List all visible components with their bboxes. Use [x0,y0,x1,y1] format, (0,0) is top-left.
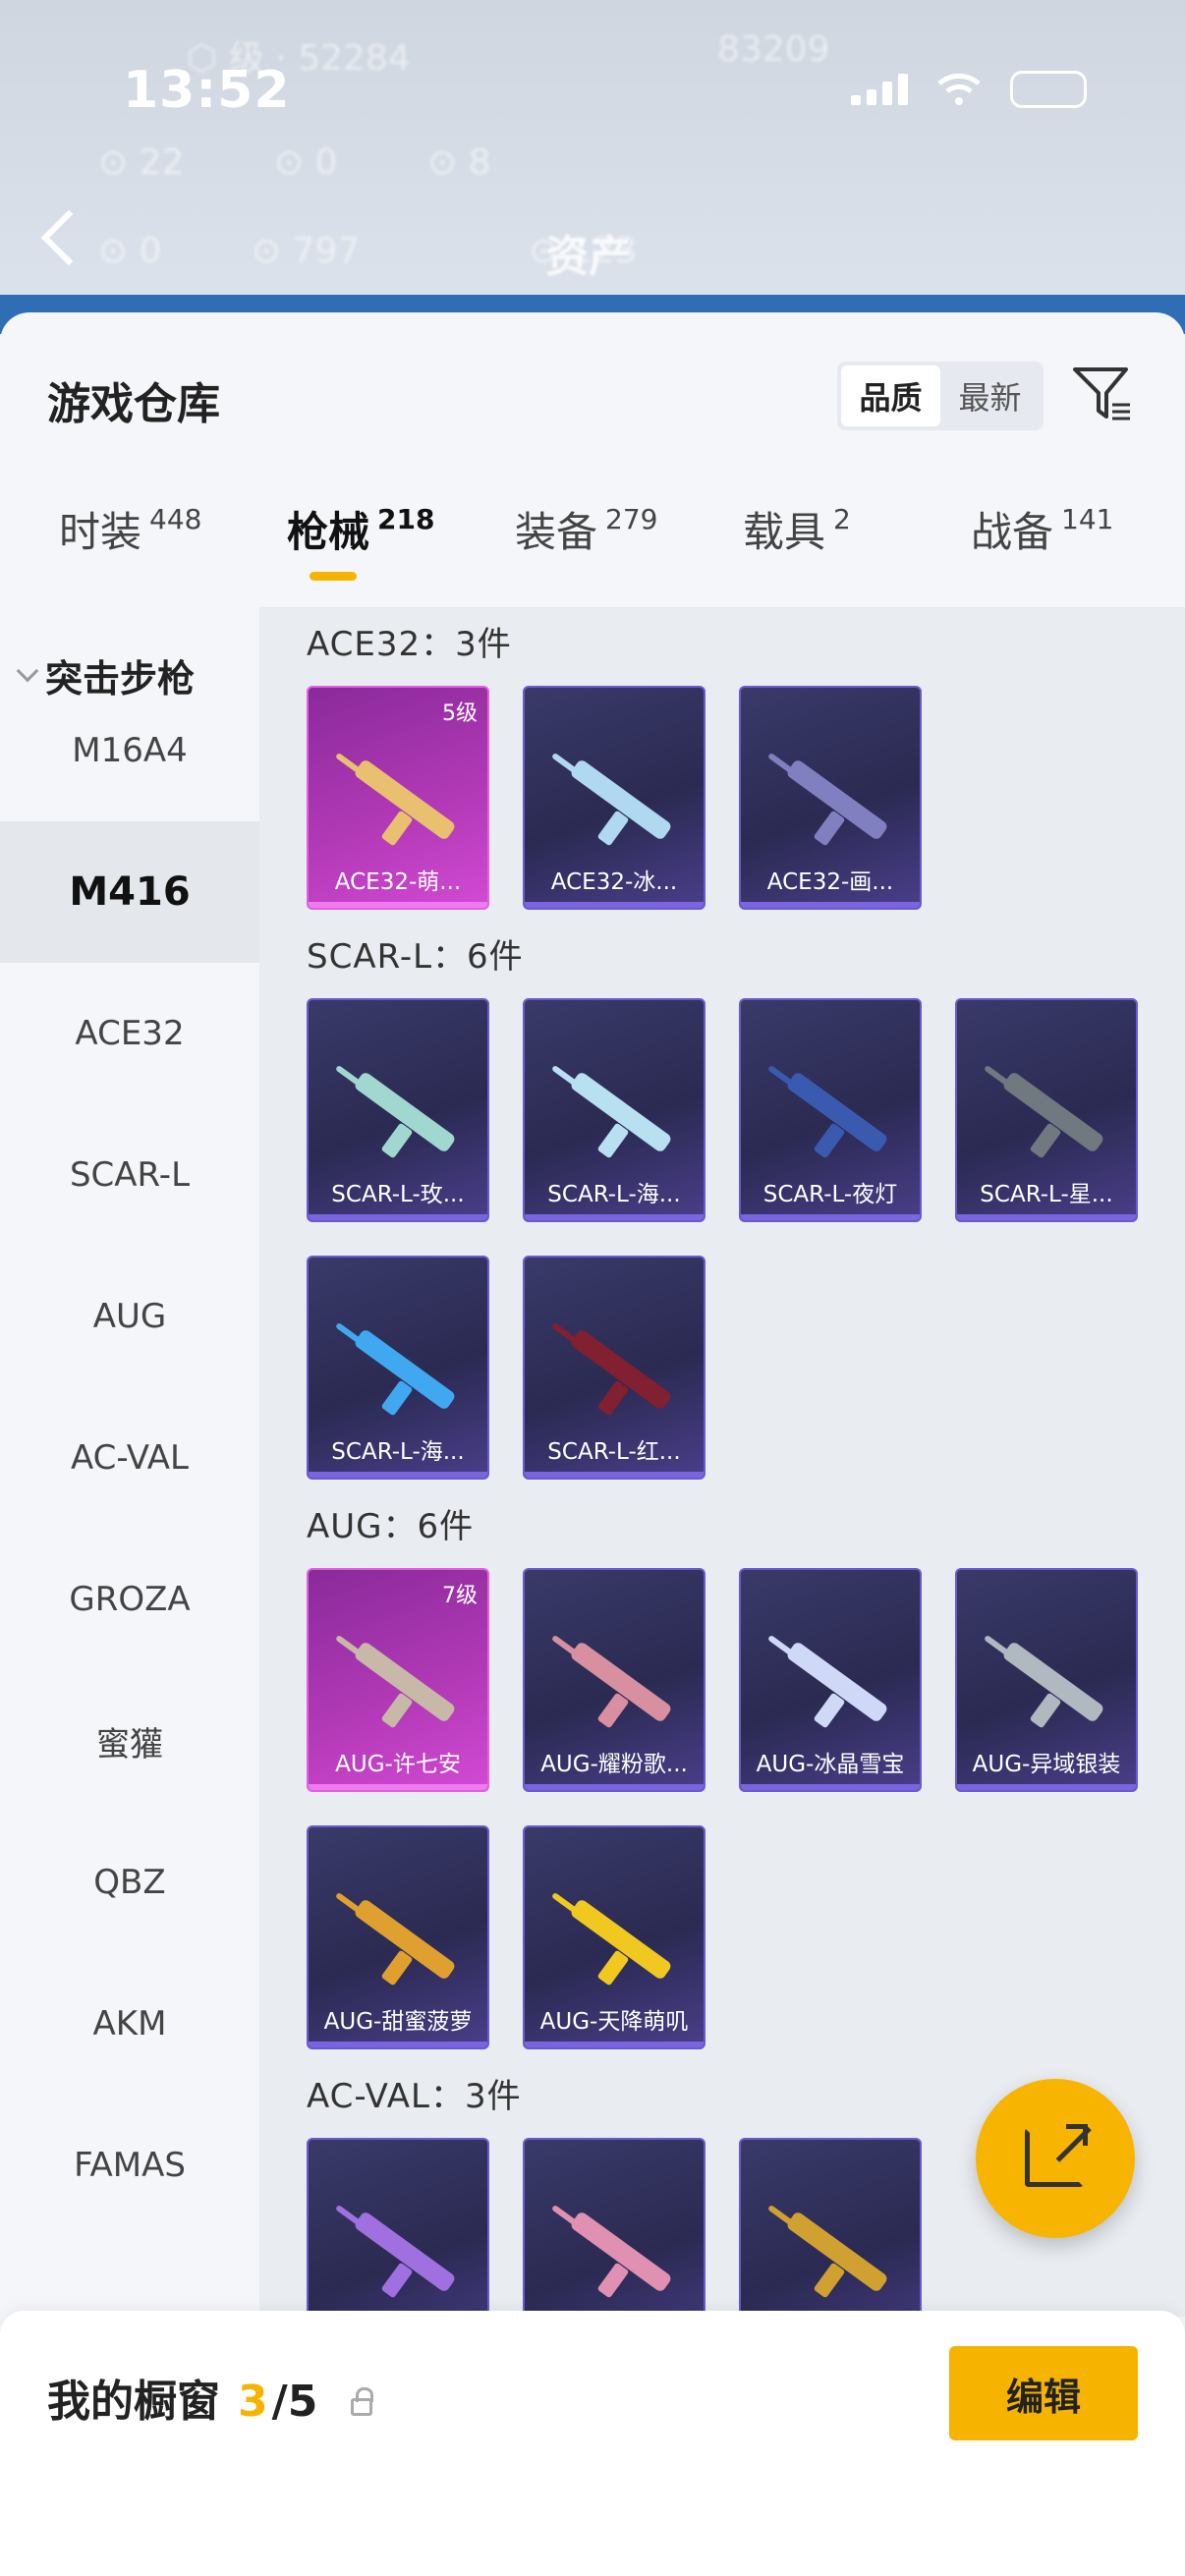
weapon-skin-image [335,2199,466,2307]
weapon-name: ACE32-画... [766,869,894,895]
weapon-card[interactable]: 7级 AUG-许七安 [307,1568,489,1792]
blurred-stat-row: ⊙ 22 ⊙ 0 ⊙ 8 [98,142,491,183]
battery-icon [1010,71,1087,108]
warehouse-sheet: 游戏仓库 品质 最新 时装 448 枪械 218 装备 279 载具 2 战备 141 突… [0,312,1185,2576]
weapon-skin-image [767,1059,898,1167]
status-icons [851,71,1087,108]
tab-equipment[interactable]: 装备 279 [515,499,657,559]
weapon-name: SCAR-L-玫... [331,1182,465,1207]
weapon-skin-image [551,747,682,855]
weapon-card[interactable]: SCAR-L-红... [523,1256,705,1480]
sidebar-item-akm[interactable]: AKM [0,1953,259,2095]
tab-firearms[interactable]: 枪械 218 [287,499,434,559]
signal-icon [851,74,908,105]
weapon-card[interactable]: SCAR-L-星... [955,998,1138,1222]
weapon-card[interactable]: AUG-天降萌叽 [523,1825,705,2049]
sidebar-item-groza[interactable]: GROZA [0,1529,259,1670]
weapon-skin-image [335,1059,466,1167]
weapon-card[interactable]: AUG-甜蜜菠萝 [307,1825,489,2049]
sidebar-item-aug[interactable]: AUG [0,1246,259,1387]
weapon-card[interactable]: SCAR-L-玫... [307,998,489,1222]
weapon-card[interactable] [307,2138,489,2317]
lock-icon [351,2387,374,2416]
group-title: AUG：6件 [307,1507,475,1546]
weapon-card[interactable]: ACE32-画... [739,686,922,910]
share-button[interactable] [976,2079,1135,2238]
weapon-name: AUG-冰晶雪宝 [756,1752,905,1777]
showcase-current: 3 [238,2377,268,2427]
weapon-skin-image [335,1886,466,1994]
weapon-card[interactable]: AUG-异域银装 [955,1568,1138,1792]
sidebar-item-ace32[interactable]: ACE32 [0,963,259,1104]
weapon-name: AUG-许七安 [335,1752,461,1777]
tab-battle-gear[interactable]: 战备 141 [971,499,1113,559]
active-tab-indicator [310,572,357,581]
weapon-card[interactable]: AUG-耀粉歌... [523,1568,705,1792]
weapon-skin-image [551,1316,682,1425]
weapon-sidebar: 突击步枪 M16A4 M416 ACE32 SCAR-L AUG AC-VAL GROZA 蜜… [0,607,259,2317]
edit-button[interactable]: 编辑 [949,2346,1138,2440]
weapon-skin-image [335,1316,466,1425]
weapon-card[interactable] [739,2138,922,2317]
weapon-skin-image [767,1629,898,1737]
filter-icon[interactable] [1071,362,1134,424]
sidebar-item-m416[interactable]: M416 [0,821,259,963]
weapon-grid: ACE32：3件 5级 ACE32-萌... ACE32-冰... ACE32-画...… [259,607,1185,2317]
weapon-skin-image [551,1059,682,1167]
level-badge: 5级 [442,701,478,726]
weapon-name: SCAR-L-夜灯 [762,1182,898,1207]
weapon-name: SCAR-L-星... [980,1182,1113,1207]
weapon-card[interactable]: SCAR-L-夜灯 [739,998,922,1222]
group-title: ACE32：3件 [307,625,512,664]
sidebar-item-famas[interactable]: FAMAS [0,2095,259,2236]
weapon-card[interactable]: AUG-冰晶雪宝 [739,1568,922,1792]
weapon-card[interactable]: SCAR-L-海... [307,1256,489,1480]
weapon-name: AUG-天降萌叽 [539,2009,689,2035]
blurred-score-text: 83209 [717,29,830,70]
weapon-card[interactable] [523,2138,705,2317]
category-tabs: 时装 448 枪械 218 装备 279 载具 2 战备 141 [0,499,1185,597]
weapon-skin-image [767,2199,898,2307]
status-time: 13:52 [123,61,291,120]
weapon-skin-image [335,747,466,855]
weapon-card[interactable]: ACE32-冰... [523,686,705,910]
wifi-icon [937,73,981,105]
chevron-down-icon [16,659,39,682]
level-badge: 7级 [442,1584,478,1608]
sort-toggle: 品质 最新 [837,362,1044,430]
weapon-name: AUG-甜蜜菠萝 [323,2009,473,2035]
tab-vehicles[interactable]: 载具 2 [743,499,851,559]
sort-newest-button[interactable]: 最新 [940,365,1040,426]
weapon-name: ACE32-萌... [334,869,462,895]
showcase-label: 我的橱窗 3 /5 [47,2366,374,2429]
weapon-card[interactable]: 5级 ACE32-萌... [307,686,489,910]
weapon-name: ACE32-冰... [550,869,678,895]
sidebar-item-蜜獾[interactable]: 蜜獾 [0,1670,259,1812]
showcase-total: /5 [271,2377,318,2427]
weapon-name: SCAR-L-红... [547,1439,681,1465]
weapon-name: SCAR-L-海... [547,1182,681,1207]
weapon-skin-image [984,1059,1114,1167]
group-title: SCAR-L：6件 [307,937,524,977]
page-title: 资产 [545,232,632,282]
showcase-panel: 我的橱窗 3 /5 编辑 [0,2311,1185,2576]
weapon-skin-image [551,1629,682,1737]
sidebar-item-m16a4[interactable]: M16A4 [0,680,259,821]
weapon-skin-image [551,2199,682,2307]
group-title: AC-VAL：3件 [307,2077,522,2116]
weapon-skin-image [984,1629,1114,1737]
weapon-name: SCAR-L-海... [331,1439,465,1465]
warehouse-title: 游戏仓库 [47,379,220,429]
sort-quality-button[interactable]: 品质 [841,365,940,426]
sidebar-item-scar-l[interactable]: SCAR-L [0,1104,259,1246]
weapon-skin-image [551,1886,682,1994]
weapon-skin-image [767,747,898,855]
sidebar-item-qbz[interactable]: QBZ [0,1812,259,1953]
sidebar-item-ac-val[interactable]: AC-VAL [0,1387,259,1529]
weapon-name: AUG-异域银装 [972,1752,1121,1777]
weapon-skin-image [335,1629,466,1737]
weapon-card[interactable]: SCAR-L-海... [523,998,705,1222]
tab-fashion[interactable]: 时装 448 [59,499,201,559]
weapon-name: AUG-耀粉歌... [540,1752,688,1777]
